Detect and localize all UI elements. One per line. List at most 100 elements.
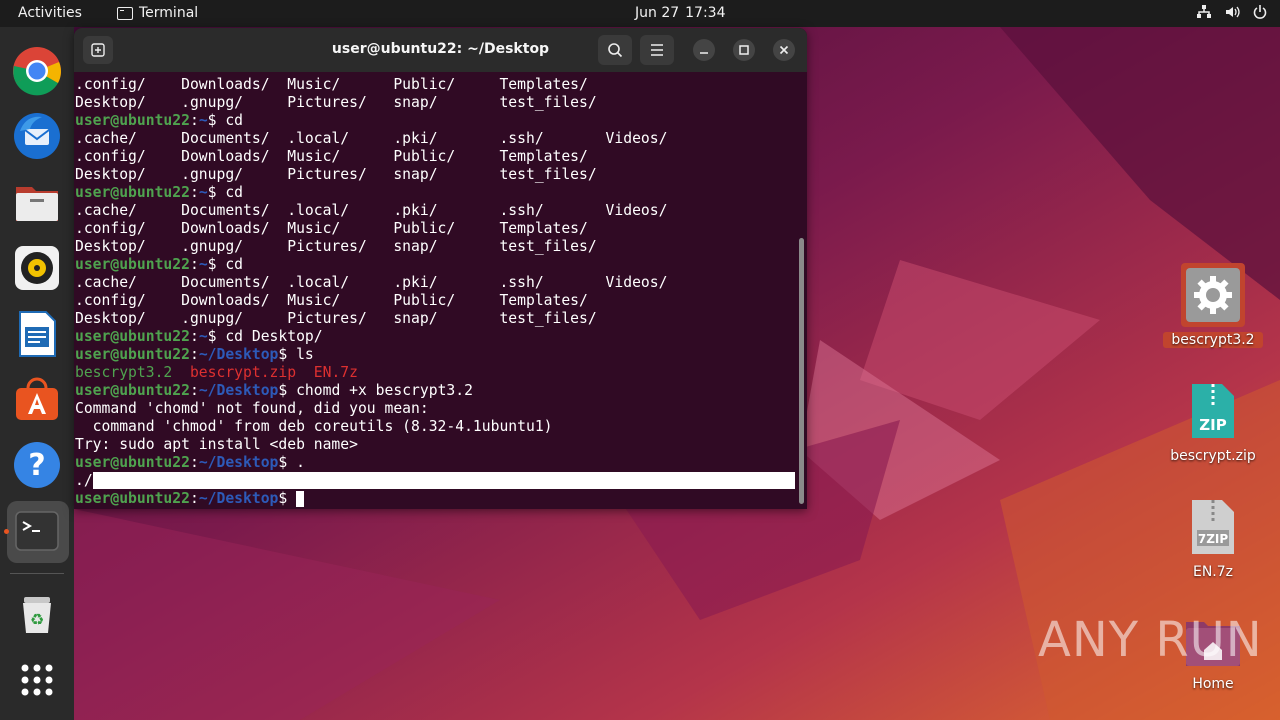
command-line: user@ubuntu22:~$ cd (75, 184, 244, 201)
search-icon (608, 43, 623, 58)
network-icon (1197, 5, 1211, 18)
close-icon (779, 45, 789, 55)
minimize-button[interactable] (693, 39, 715, 61)
terminal-app-icon (117, 6, 133, 20)
desktop-icon-label: bescrypt.zip (1170, 448, 1256, 464)
svg-text:?: ? (28, 448, 45, 483)
rhythmbox-icon[interactable] (12, 243, 62, 293)
error-line: Command 'chomd' not found, did you mean: (75, 400, 429, 417)
terminal-titlebar[interactable]: user@ubuntu22: ~/Desktop (74, 28, 807, 72)
close-button[interactable] (773, 39, 795, 61)
ls-file-7z: EN.7z (313, 364, 358, 381)
dot-output: ./ (75, 472, 93, 489)
prompt-path: ~ (198, 184, 208, 201)
app-center-icon[interactable] (12, 374, 62, 424)
desktop-icon-label: EN.7z (1192, 564, 1234, 580)
output-line: .cache/ Documents/ .local/ .pki/ .ssh/ V… (75, 274, 668, 291)
command-text: $ cd (207, 184, 244, 201)
command-text: $ chomd +x bescrypt3.2 (278, 382, 473, 399)
thunderbird-icon[interactable] (12, 111, 62, 161)
output-line: .cache/ Documents/ .local/ .pki/ .ssh/ V… (75, 130, 668, 147)
prompt-user: user@ubuntu22 (75, 184, 190, 201)
desktop-icon-bescrypt-zip[interactable]: ZIP bescrypt.zip (1163, 382, 1263, 464)
terminal-window[interactable]: user@ubuntu22: ~/Desktop .config/ Downlo… (74, 28, 807, 509)
top-bar: Activities Terminal Jun 27 17:34 (0, 0, 1280, 27)
volume-icon (1226, 6, 1240, 18)
output-line: Desktop/ .gnupg/ Pictures/ snap/ test_fi… (75, 94, 597, 111)
prompt-user: user@ubuntu22 (75, 328, 190, 345)
prompt-user: user@ubuntu22 (75, 382, 190, 399)
zip-archive-icon: ZIP (1192, 384, 1234, 438)
output-line: Desktop/ .gnupg/ Pictures/ snap/ test_fi… (75, 310, 597, 327)
dock: ? ♻ (0, 27, 74, 720)
terminal-icon[interactable] (12, 506, 62, 556)
prompt-path: ~/Desktop (198, 382, 279, 399)
ls-file-executable: bescrypt3.2 (75, 364, 173, 381)
prompt-path: ~ (198, 112, 208, 129)
command-line: user@ubuntu22:~/Desktop$ (75, 490, 795, 508)
command-line: user@ubuntu22:~/Desktop$ . (75, 454, 305, 471)
command-line: user@ubuntu22:~$ cd (75, 112, 244, 129)
desktop-icon-bescrypt3-2[interactable]: bescrypt3.2 (1163, 262, 1263, 348)
search-button[interactable] (598, 35, 632, 65)
svg-text:7ZIP: 7ZIP (1198, 532, 1229, 546)
prompt-user: user@ubuntu22 (75, 454, 190, 471)
output-line: .cache/ Documents/ .local/ .pki/ .ssh/ V… (75, 202, 668, 219)
prompt-user: user@ubuntu22 (75, 112, 190, 129)
system-tray[interactable] (1196, 4, 1268, 20)
ls-output: bescrypt3.2 bescrypt.zip EN.7z (75, 364, 795, 382)
terminal-output[interactable]: .config/ Downloads/ Music/ Public/ Templ… (75, 76, 795, 508)
prompt-path: ~ (198, 256, 208, 273)
prompt-path: ~/Desktop (198, 490, 279, 507)
command-text: $ cd (207, 256, 244, 273)
anyrun-watermark: ANY RUN (1038, 612, 1263, 668)
app-menu-label: Terminal (139, 5, 199, 21)
app-menu-button[interactable]: Terminal (117, 5, 198, 21)
output-line: .config/ Downloads/ Music/ Public/ Templ… (75, 148, 588, 165)
svg-text:♻: ♻ (30, 610, 44, 629)
maximize-icon (739, 45, 749, 55)
activities-button[interactable]: Activities (18, 5, 82, 21)
prompt-path: ~/Desktop (198, 454, 279, 471)
error-line: command 'chmod' from deb coreutils (8.32… (75, 418, 553, 435)
desktop-icon-label: Home (1192, 676, 1234, 692)
prompt-path: ~/Desktop (198, 346, 279, 363)
desktop-icon-en-7z[interactable]: 7ZIP EN.7z (1163, 498, 1263, 580)
help-icon[interactable]: ? (12, 440, 62, 490)
settings-gear-icon (1181, 263, 1245, 327)
text-cursor (296, 491, 305, 507)
command-text: $ (278, 490, 297, 507)
command-text: $ . (278, 454, 305, 471)
desktop-icon-label: bescrypt3.2 (1163, 332, 1263, 348)
running-indicator (4, 529, 9, 534)
files-icon[interactable] (12, 177, 62, 227)
maximize-button[interactable] (733, 39, 755, 61)
command-text: $ ls (278, 346, 314, 363)
selection-highlight (92, 472, 795, 489)
output-line: ./ (75, 472, 795, 490)
dock-separator (10, 573, 64, 574)
clock[interactable]: Jun 27 17:34 (635, 5, 732, 21)
output-line: .config/ Downloads/ Music/ Public/ Templ… (75, 292, 588, 309)
command-line: user@ubuntu22:~/Desktop$ ls (75, 346, 314, 363)
7z-archive-icon: 7ZIP (1192, 500, 1234, 554)
ls-file-zip: bescrypt.zip (189, 364, 297, 381)
output-line: Desktop/ .gnupg/ Pictures/ snap/ test_fi… (75, 166, 597, 183)
output-line: Desktop/ .gnupg/ Pictures/ snap/ test_fi… (75, 238, 597, 255)
scrollbar[interactable] (799, 238, 804, 504)
show-apps-icon[interactable] (12, 655, 62, 705)
menu-button[interactable] (640, 35, 674, 65)
prompt-path: ~ (198, 328, 208, 345)
prompt-user: user@ubuntu22 (75, 346, 190, 363)
prompt-user: user@ubuntu22 (75, 490, 190, 507)
svg-text:ZIP: ZIP (1199, 416, 1226, 434)
prompt-user: user@ubuntu22 (75, 256, 190, 273)
command-text: $ cd (207, 112, 244, 129)
chrome-icon[interactable] (12, 46, 62, 96)
trash-icon[interactable]: ♻ (12, 589, 62, 639)
hamburger-menu-icon (651, 44, 663, 56)
command-text: $ cd Desktop/ (207, 328, 323, 345)
error-line: Try: sudo apt install <deb name> (75, 436, 358, 453)
writer-icon[interactable] (12, 309, 62, 359)
clock-date: Jun 27 (635, 5, 680, 21)
